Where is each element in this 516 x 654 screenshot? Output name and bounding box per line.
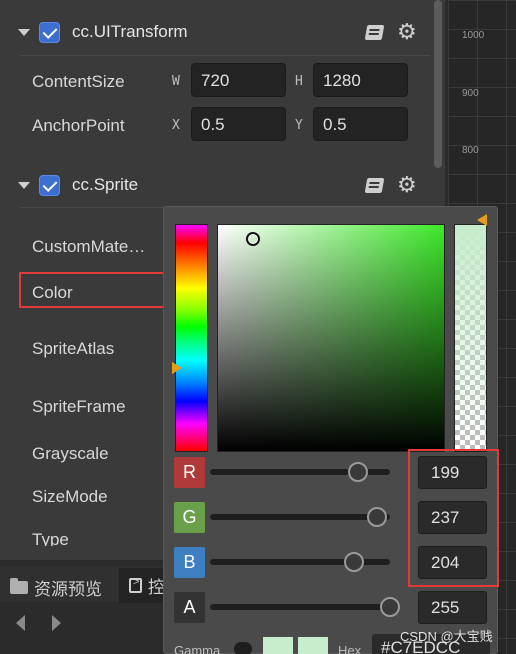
gamma-label: Gamma <box>174 643 221 654</box>
anchor-x-input[interactable]: 0.5 <box>191 107 286 141</box>
annotation-highlight-rgb <box>408 449 499 587</box>
ruler-label: 800 <box>462 145 479 156</box>
slider-track-g[interactable] <box>210 514 390 520</box>
alpha-marker-icon[interactable] <box>477 214 487 226</box>
component-title: cc.Sprite <box>72 175 139 194</box>
prop-label-type: Type <box>32 530 69 546</box>
tab-assets-preview[interactable]: 资源预览 <box>10 574 102 600</box>
channel-badge-r: R <box>174 457 205 488</box>
ruler-label: 1000 <box>462 30 485 41</box>
axis-label-h: H <box>295 74 303 89</box>
width-input[interactable]: 720 <box>191 63 286 97</box>
hue-marker-icon[interactable] <box>172 362 182 374</box>
folder-icon <box>10 577 28 594</box>
old-color-swatch[interactable] <box>298 637 328 654</box>
prop-label-custommaterial: CustomMate… <box>32 237 146 256</box>
axis-label-y: Y <box>295 118 303 133</box>
channel-badge-a: A <box>174 592 205 623</box>
prop-label-spriteatlas: SpriteAtlas <box>32 339 115 358</box>
gear-icon[interactable]: ⚙ <box>397 174 417 196</box>
forward-arrow-icon[interactable] <box>52 615 61 631</box>
prop-label-anchorpoint: AnchorPoint <box>32 116 125 135</box>
tab-label: 资源预览 <box>34 579 102 599</box>
ruler-label: 900 <box>462 88 479 99</box>
tab-console[interactable]: 控 <box>119 568 165 603</box>
channel-badge-b: B <box>174 547 205 578</box>
hue-slider[interactable] <box>175 224 208 452</box>
watermark: CSDN @大宝贱 <box>400 629 493 644</box>
back-arrow-icon[interactable] <box>16 615 25 631</box>
divider <box>20 55 430 56</box>
prop-label-spriteframe: SpriteFrame <box>32 397 126 416</box>
component-header-uitransform[interactable]: cc.UITransform ⚙ <box>0 15 430 49</box>
axis-label-w: W <box>172 74 180 89</box>
component-header-sprite[interactable]: cc.Sprite ⚙ <box>0 168 430 202</box>
hex-label: Hex <box>338 643 362 654</box>
console-icon <box>129 576 142 593</box>
inspector-scrollbar[interactable] <box>434 0 442 168</box>
slider-thumb-b[interactable] <box>344 552 364 572</box>
height-input[interactable]: 1280 <box>313 63 408 97</box>
channel-badge-g: G <box>174 502 205 533</box>
input-a[interactable]: 255 <box>418 591 487 624</box>
prop-label-contentsize: ContentSize <box>32 72 125 91</box>
enabled-checkbox[interactable] <box>39 174 60 196</box>
help-book-icon[interactable] <box>364 177 385 193</box>
prop-label-grayscale: Grayscale <box>32 444 109 463</box>
color-cursor[interactable] <box>246 232 260 246</box>
gamma-toggle[interactable] <box>234 642 252 654</box>
collapse-triangle-icon[interactable] <box>18 28 30 36</box>
slider-thumb-r[interactable] <box>347 462 368 482</box>
component-title: cc.UITransform <box>72 22 188 41</box>
axis-label-x: X <box>172 118 180 133</box>
gear-icon[interactable]: ⚙ <box>397 21 417 43</box>
new-color-swatch <box>263 637 293 654</box>
help-book-icon[interactable] <box>364 24 385 40</box>
anchor-y-input[interactable]: 0.5 <box>313 107 408 141</box>
annotation-highlight-color <box>19 272 169 308</box>
slider-track-a[interactable] <box>210 604 390 610</box>
slider-thumb-a[interactable] <box>380 597 400 617</box>
saturation-value-area[interactable] <box>217 224 445 452</box>
collapse-triangle-icon[interactable] <box>18 181 30 189</box>
prop-label-sizemode: SizeMode <box>32 487 108 506</box>
alpha-slider[interactable] <box>454 224 487 452</box>
enabled-checkbox[interactable] <box>39 21 60 43</box>
